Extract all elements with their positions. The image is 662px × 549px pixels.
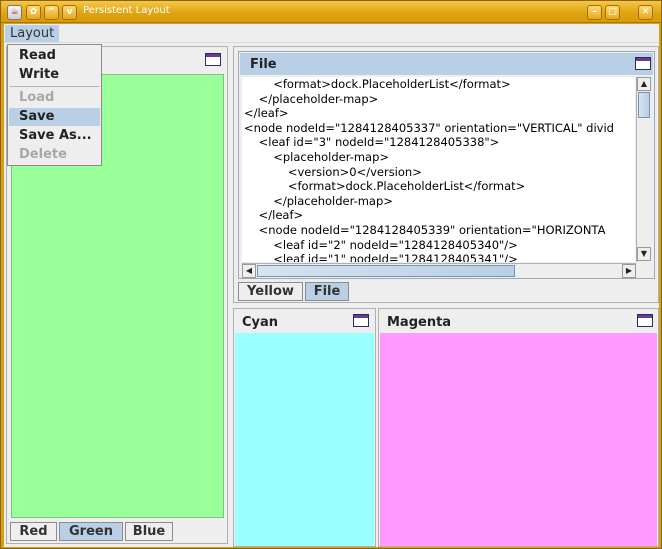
magenta-dock-panel: Magenta (378, 308, 659, 547)
file-text-line: </leaf> (244, 106, 289, 121)
cyan-panel-title: Cyan (242, 315, 279, 330)
file-text-line: <leaf id="1" nodeId="1284128405341"/> (244, 252, 518, 262)
tab-red[interactable]: Red (10, 522, 57, 541)
maximize-dock-icon[interactable] (637, 314, 653, 327)
file-dock-panel: File <format>dock.PlaceholderList</forma… (238, 51, 655, 279)
file-text-line: <format>dock.PlaceholderList</format> (244, 179, 526, 194)
minimize-icon[interactable]: – (587, 5, 602, 20)
client-area: Layout Red Green Blue File <format>dock.… (4, 24, 659, 547)
scroll-left-arrow-icon[interactable]: ◀ (242, 264, 256, 278)
file-text-line: </placeholder-map> (244, 91, 379, 106)
window-menu-icon[interactable]: ✿ (26, 5, 41, 20)
file-panel-title: File (250, 57, 277, 72)
tab-green[interactable]: Green (59, 522, 123, 541)
tab-yellow[interactable]: Yellow (238, 282, 303, 301)
title-bar[interactable]: ☕ ✿ ^ v Persistent Layout – □ ✕ (1, 1, 661, 23)
maximize-dock-icon[interactable] (353, 314, 369, 327)
menu-item-delete[interactable]: Delete (9, 146, 100, 164)
tab-blue[interactable]: Blue (125, 522, 173, 541)
layout-menu-dropdown: Read Write Load Save Save As... Delete (7, 44, 102, 166)
shade-up-icon[interactable]: ^ (44, 5, 59, 20)
app-window: ☕ ✿ ^ v Persistent Layout – □ ✕ Layout R… (0, 0, 662, 549)
menu-item-read[interactable]: Read (9, 47, 100, 65)
magenta-panel-title: Magenta (387, 315, 452, 330)
java-icon[interactable]: ☕ (7, 5, 22, 20)
scroll-up-arrow-icon[interactable]: ▲ (637, 77, 651, 91)
scroll-down-arrow-icon[interactable]: ▼ (637, 247, 651, 261)
maximize-dock-icon[interactable] (635, 57, 651, 70)
file-text-line: </placeholder-map> (244, 193, 393, 208)
file-text-line: </leaf> (244, 208, 304, 223)
maximize-dock-icon[interactable] (205, 53, 221, 66)
menu-item-save-as[interactable]: Save As... (9, 127, 100, 145)
file-text-line: <format>dock.PlaceholderList</format> (244, 77, 511, 91)
file-text-line: <node nodeId="1284128405337" orientation… (244, 120, 614, 135)
cyan-dock-panel: Cyan (233, 308, 376, 547)
vertical-scrollbar[interactable]: ▲ ▼ (636, 77, 651, 262)
file-text-line: <placeholder-map> (244, 149, 390, 164)
magenta-content-area (380, 333, 657, 546)
file-dock-header[interactable]: File (240, 53, 653, 75)
menu-item-load[interactable]: Load (9, 89, 100, 107)
shade-down-icon[interactable]: v (62, 5, 77, 20)
menu-bar: Layout (4, 24, 659, 43)
vertical-scroll-thumb[interactable] (638, 92, 650, 118)
horizontal-scroll-thumb[interactable] (257, 265, 515, 277)
scroll-right-arrow-icon[interactable]: ▶ (622, 264, 636, 278)
file-text-line: <leaf id="2" nodeId="1284128405340"/> (244, 237, 518, 252)
file-dock-station: File <format>dock.PlaceholderList</forma… (233, 46, 659, 303)
cyan-content-area (235, 333, 374, 546)
menu-item-write[interactable]: Write (9, 66, 100, 84)
file-text-line: <leaf id="3" nodeId="1284128405338"> (244, 135, 500, 150)
file-text-line: <node nodeId="1284128405339" orientation… (244, 222, 606, 237)
file-text-area[interactable]: <format>dock.PlaceholderList</format> </… (242, 77, 635, 262)
close-icon[interactable]: ✕ (638, 5, 653, 20)
menu-item-save[interactable]: Save (9, 108, 100, 126)
tab-file[interactable]: File (305, 282, 349, 301)
file-text-line: <version>0</version> (244, 164, 422, 179)
horizontal-scrollbar[interactable]: ◀ ▶ (242, 263, 636, 278)
maximize-icon[interactable]: □ (605, 5, 620, 20)
menu-separator (10, 86, 99, 87)
menu-layout[interactable]: Layout (5, 25, 60, 42)
window-title: Persistent Layout (83, 5, 170, 16)
